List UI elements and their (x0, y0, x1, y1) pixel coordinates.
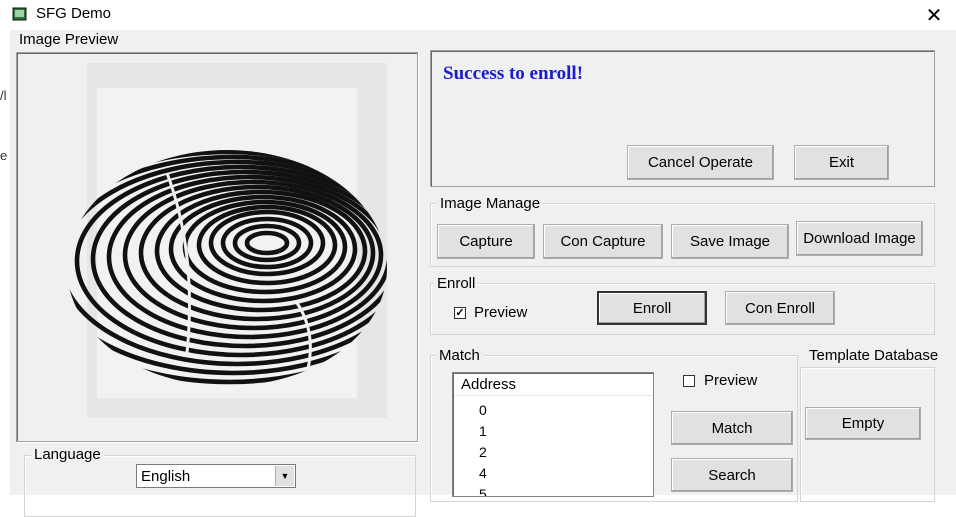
list-item[interactable]: 5 (479, 486, 487, 496)
window-title: SFG Demo (36, 5, 112, 22)
list-item[interactable]: 4 (479, 465, 487, 481)
save-image-button[interactable]: Save Image (671, 224, 789, 259)
enroll-preview-checkbox[interactable]: ✓ (454, 307, 466, 319)
cancel-operate-button[interactable]: Cancel Operate (627, 145, 774, 180)
bg-glyph: /l (0, 88, 7, 103)
image-preview-frame (16, 52, 418, 442)
address-list-header[interactable]: Address (454, 374, 652, 396)
list-item[interactable]: 0 (479, 402, 487, 418)
app-icon (12, 7, 27, 21)
language-select-value: English (141, 468, 191, 485)
match-group-title: Match (436, 347, 483, 364)
close-icon: ✕ (925, 4, 943, 27)
language-group-title: Language (31, 446, 104, 463)
match-button[interactable]: Match (671, 411, 793, 445)
address-list[interactable]: Address 0 1 2 4 5 (452, 372, 654, 497)
status-message: Success to enroll! (443, 63, 584, 84)
template-database-title: Template Database (806, 347, 942, 364)
title-bar: SFG Demo ✕ (0, 0, 956, 30)
con-capture-button[interactable]: Con Capture (543, 224, 663, 259)
match-preview-checkbox[interactable] (683, 375, 695, 387)
chevron-down-icon[interactable]: ▼ (275, 466, 294, 486)
match-preview-label: Preview (704, 372, 758, 389)
con-enroll-button[interactable]: Con Enroll (725, 291, 835, 325)
image-manage-title: Image Manage (437, 195, 544, 212)
download-image-button[interactable]: Download Image (796, 221, 923, 256)
background-app-left: d /l e (0, 10, 12, 495)
enroll-preview-label: Preview (474, 304, 528, 321)
fingerprint-image (67, 63, 387, 418)
enroll-group-title: Enroll (434, 275, 479, 292)
close-button[interactable]: ✕ (912, 0, 956, 30)
empty-button[interactable]: Empty (805, 407, 921, 440)
bg-glyph: e (0, 148, 8, 163)
search-button[interactable]: Search (671, 458, 793, 492)
capture-button[interactable]: Capture (437, 224, 535, 259)
exit-button[interactable]: Exit (794, 145, 889, 180)
image-preview-label: Image Preview (19, 31, 119, 48)
enroll-button[interactable]: Enroll (597, 291, 707, 325)
list-item[interactable]: 2 (479, 444, 487, 460)
language-select[interactable]: English ▼ (136, 464, 296, 488)
list-item[interactable]: 1 (479, 423, 487, 439)
